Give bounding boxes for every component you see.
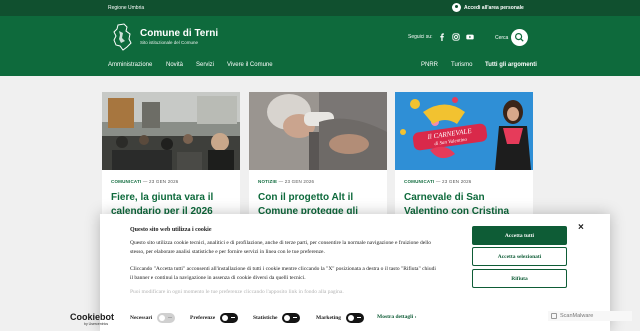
close-icon[interactable]: × <box>578 222 584 233</box>
search-label: Cerca <box>495 35 509 41</box>
toggle-switch[interactable] <box>346 313 365 323</box>
accept-selected-button[interactable]: Accetta selezionati <box>472 247 567 266</box>
nav-item-pnrr[interactable]: PNRR <box>421 62 438 68</box>
search-button[interactable] <box>511 29 528 46</box>
card-image-elderly[interactable] <box>249 92 387 170</box>
nav-item-turismo[interactable]: Turismo <box>451 62 472 68</box>
toggle-statistiche: Statistiche <box>253 313 301 323</box>
cookie-heading: Questo sito web utilizza i cookie <box>130 227 212 233</box>
cookie-footer: Cookiebot by Usercentrics Necessari Pref… <box>70 304 610 331</box>
nav-item-vivere-il-comune[interactable]: Vivere il Comune <box>227 62 273 68</box>
user-icon <box>452 3 461 12</box>
toggle-marketing: Marketing <box>316 313 365 323</box>
reject-button[interactable]: Rifiuta <box>472 269 567 288</box>
card-category[interactable]: COMUNICATI <box>404 179 434 184</box>
accept-all-button[interactable]: Accetta tutti <box>472 226 567 245</box>
card-image-carnival[interactable]: Il CARNEVALE di San Valentino <box>395 92 533 170</box>
social-links: Seguici su: <box>408 33 475 41</box>
nav-item-amministrazione[interactable]: Amministrazione <box>108 62 152 68</box>
login-label: Accedi all'area personale <box>464 4 524 11</box>
news-card[interactable]: COMUNICATI — 23 GEN 2026 Fiere, la giunt… <box>102 92 240 232</box>
card-image-fair[interactable] <box>102 92 240 170</box>
cookiebot-subtitle: by Usercentrics <box>84 322 109 326</box>
show-details-link[interactable]: Mostra dettagli › <box>377 314 416 320</box>
top-bar: Regione Umbria Accedi all'area personale <box>0 0 640 16</box>
news-card[interactable]: Il CARNEVALE di San Valentino COMUNICATI… <box>395 92 533 232</box>
card-meta: COMUNICATI — 23 GEN 2026 <box>404 179 472 184</box>
show-details-label: Mostra dettagli <box>377 314 414 320</box>
region-link[interactable]: Regione Umbria <box>108 5 144 11</box>
scanmalware-badge[interactable]: ScanMalware <box>548 311 632 321</box>
follow-label: Seguici su: <box>408 34 433 40</box>
news-card[interactable]: NOTIZIE — 23 GEN 2026 Con il progetto Al… <box>249 92 387 232</box>
toggle-switch <box>157 313 176 323</box>
cookie-text-2: Cliccando "Accetta tutti" acconsenti all… <box>130 266 436 281</box>
nav-item-tutti-gli-argomenti[interactable]: Tutti gli argomenti <box>485 62 537 68</box>
toggle-label: Necessari <box>130 315 153 321</box>
card-date: 23 GEN 2026 <box>442 179 472 184</box>
site-header: Comune di Terni Sito istituzionale del C… <box>0 16 640 76</box>
main-nav: Amministrazione Novità Servizi Vivere il… <box>0 60 640 72</box>
site-subtitle: Sito istituzionale del Comune <box>140 40 199 45</box>
scanmalware-icon <box>551 313 557 319</box>
card-meta: COMUNICATI — 23 GEN 2026 <box>111 179 179 184</box>
cookiebot-logo: Cookiebot <box>70 312 114 322</box>
toggle-label: Marketing <box>316 315 342 321</box>
card-meta: NOTIZIE — 23 GEN 2026 <box>258 179 315 184</box>
chevron-right-icon: › <box>414 314 417 320</box>
toggle-label: Preferenze <box>190 315 216 321</box>
cookie-text-3: Puoi modificare in ogni momento le tue p… <box>130 289 344 295</box>
toggle-label: Statistiche <box>253 315 278 321</box>
toggle-necessari: Necessari <box>130 313 176 323</box>
facebook-icon[interactable] <box>438 33 446 41</box>
youtube-icon[interactable] <box>466 33 475 41</box>
nav-item-servizi[interactable]: Servizi <box>196 62 214 68</box>
card-date: 23 GEN 2026 <box>149 179 179 184</box>
umbria-map-logo-icon[interactable] <box>112 23 132 51</box>
search-icon <box>514 32 524 42</box>
cookie-text-1: Questo sito utilizza cookie tecnici, ana… <box>130 240 431 255</box>
instagram-icon[interactable] <box>452 33 461 41</box>
cookie-banner: Questo sito web utilizza i cookie Questo… <box>70 214 610 331</box>
nav-item-novita[interactable]: Novità <box>166 62 183 68</box>
site-title[interactable]: Comune di Terni <box>140 28 218 39</box>
scanmalware-label: ScanMalware <box>560 313 594 319</box>
toggle-preferenze: Preferenze <box>190 313 239 323</box>
card-category[interactable]: COMUNICATI <box>111 179 141 184</box>
card-date: 23 GEN 2026 <box>284 179 315 184</box>
login-link[interactable]: Accedi all'area personale <box>452 3 524 12</box>
card-category[interactable]: NOTIZIE <box>258 179 277 184</box>
toggle-switch[interactable] <box>282 313 301 323</box>
toggle-switch[interactable] <box>220 313 239 323</box>
